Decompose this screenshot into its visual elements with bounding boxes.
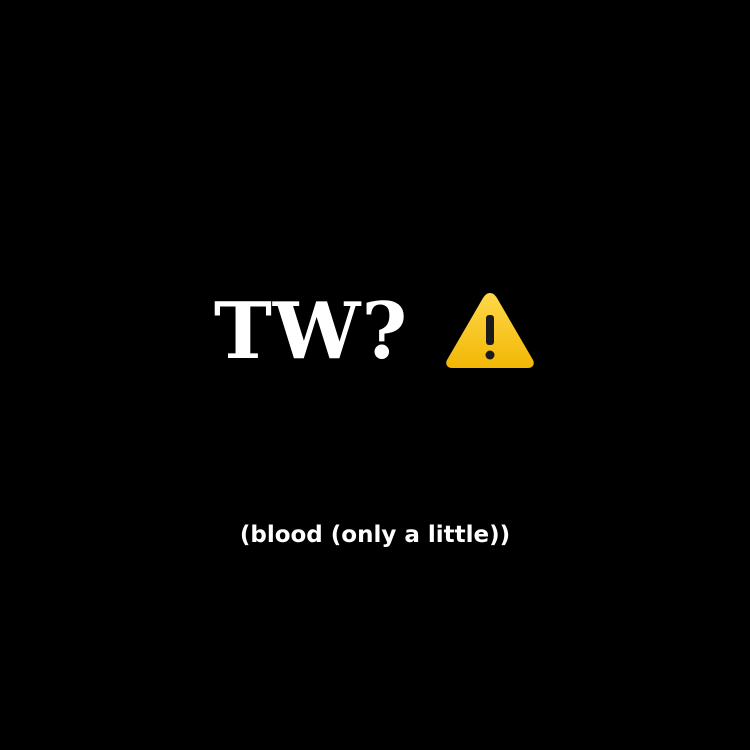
- subtitle-text: (blood (only a little)): [239, 522, 511, 548]
- heading-row: TW?: [0, 282, 750, 382]
- heading-text: TW?: [213, 286, 409, 377]
- warning-icon: [446, 293, 534, 368]
- warning-card: TW? (blood (only a little)): [0, 0, 750, 750]
